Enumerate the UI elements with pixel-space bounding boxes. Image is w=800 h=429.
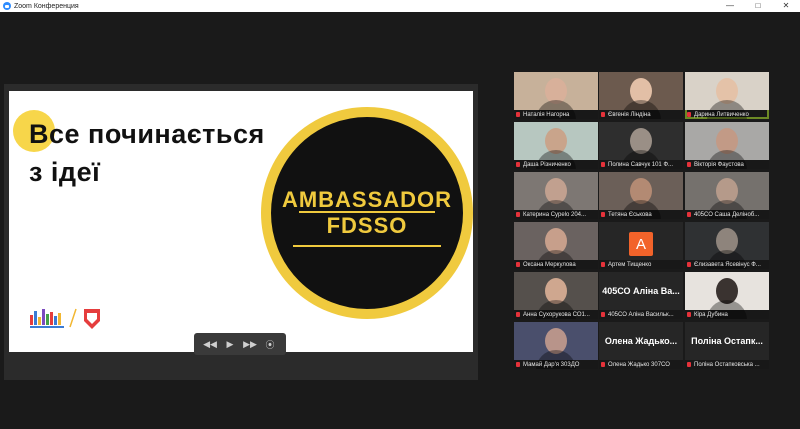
participant-display-name: Олена Жадько... bbox=[604, 336, 678, 346]
muted-mic-icon bbox=[601, 262, 605, 267]
participant-tile[interactable]: Катерина Суреlo 204... bbox=[514, 172, 598, 219]
participant-name-text: Поліна Остапковська ... bbox=[694, 361, 760, 368]
muted-mic-icon bbox=[601, 362, 605, 367]
participant-name: Вікторія Фаустова bbox=[685, 160, 769, 169]
muted-mic-icon bbox=[687, 262, 691, 267]
participant-name-text: Олена Жадько 307СО bbox=[608, 361, 670, 368]
participant-name-text: Єлизавета Ясевінус Ф... bbox=[694, 261, 761, 268]
muted-mic-icon bbox=[516, 262, 520, 267]
slide-heading-line1: Все починається bbox=[29, 119, 265, 149]
stop-button[interactable]: ⦿ bbox=[262, 338, 278, 351]
muted-mic-icon bbox=[601, 162, 605, 167]
participant-name-text: Полина Савчук 101 Ф... bbox=[608, 161, 674, 168]
participant-tile[interactable]: Оксана Меркулова bbox=[514, 222, 598, 269]
participant-tile[interactable]: Даша Різниченко bbox=[514, 122, 598, 169]
slide-playback-controls: ◀◀ ▶ ▶▶ ⦿ bbox=[194, 333, 286, 355]
participant-name-text: Анна Сухорукова СО1... bbox=[523, 311, 590, 318]
presentation-slide: Все починається з ідеї AMBASSADOR FDSSO bbox=[9, 91, 473, 352]
participant-display-name: Поліна Остапк... bbox=[691, 336, 763, 346]
participant-name-text: 405СО Аліна Васильк... bbox=[608, 311, 674, 318]
muted-mic-icon bbox=[516, 362, 520, 367]
participant-name-text: Кіра Дубина bbox=[694, 311, 728, 318]
badge-underline-2 bbox=[293, 245, 441, 247]
participant-name-text: Тетяна Єськова bbox=[608, 211, 652, 218]
participant-name: 405СО Аліна Васильк... bbox=[599, 310, 683, 319]
maximize-button[interactable]: □ bbox=[744, 0, 772, 12]
participant-tile[interactable]: Єлизавета Ясевінус Ф... bbox=[685, 222, 769, 269]
participant-name-text: 405СО Саша Деліноб... bbox=[694, 211, 760, 218]
participant-tile[interactable]: Кіра Дубина bbox=[685, 272, 769, 319]
participant-name: Оксана Меркулова bbox=[514, 260, 598, 269]
muted-mic-icon bbox=[601, 312, 605, 317]
participant-tile[interactable]: Наталія Нагорна bbox=[514, 72, 598, 119]
participant-name-text: Вікторія Фаустова bbox=[694, 161, 744, 168]
play-button[interactable]: ▶ bbox=[222, 339, 238, 350]
participant-name: Дарина Литвиченко bbox=[685, 110, 769, 119]
participant-avatar: A bbox=[629, 232, 653, 256]
participant-name-text: Катерина Суреlo 204... bbox=[523, 211, 587, 218]
participant-name-text: Мамай Дар'я 303ДО bbox=[523, 361, 580, 368]
window-controls: — □ ✕ bbox=[716, 0, 800, 12]
participant-tile[interactable]: 405СО Саша Деліноб... bbox=[685, 172, 769, 219]
muted-mic-icon bbox=[516, 162, 520, 167]
organization-logos bbox=[30, 308, 100, 329]
participant-name: Анна Сухорукова СО1... bbox=[514, 310, 598, 319]
participant-name: Євгенія Ліндіна bbox=[599, 110, 683, 119]
participant-tile[interactable]: Поліна Остапк... Поліна Остапковська ... bbox=[685, 322, 769, 369]
title-bar: Zoom Конференция — □ ✕ bbox=[0, 0, 800, 12]
participant-name: Поліна Остапковська ... bbox=[685, 360, 769, 369]
participant-tile[interactable]: Тетяна Єськова bbox=[599, 172, 683, 219]
participant-name-text: Оксана Меркулова bbox=[523, 261, 576, 268]
participant-name-text: Дарина Литвиченко bbox=[694, 111, 749, 118]
muted-mic-icon bbox=[601, 112, 605, 117]
participant-name: Тетяна Єськова bbox=[599, 210, 683, 219]
badge-text-line2: FDSSO bbox=[326, 213, 408, 238]
zoom-logo-icon bbox=[3, 2, 11, 10]
muted-mic-icon bbox=[516, 112, 520, 117]
participant-tile[interactable]: Вікторія Фаустова bbox=[685, 122, 769, 169]
participant-name-text: Євгенія Ліндіна bbox=[608, 111, 651, 118]
participant-tile[interactable]: Олена Жадько... Олена Жадько 307СО bbox=[599, 322, 683, 369]
window-title: Zoom Конференция bbox=[14, 2, 79, 10]
participant-name: Даша Різниченко bbox=[514, 160, 598, 169]
participant-name-text: Наталія Нагорна bbox=[523, 111, 570, 118]
participant-name-text: Артем Тищенко bbox=[608, 261, 652, 268]
participant-name: Артем Тищенко bbox=[599, 260, 683, 269]
participant-name: Катерина Суреlo 204... bbox=[514, 210, 598, 219]
participant-name: Олена Жадько 307СО bbox=[599, 360, 683, 369]
muted-mic-icon bbox=[516, 212, 520, 217]
participant-tile[interactable]: Євгенія Ліндіна bbox=[599, 72, 683, 119]
participant-name: Полина Савчук 101 Ф... bbox=[599, 160, 683, 169]
participant-name: Мамай Дар'я 303ДО bbox=[514, 360, 598, 369]
participant-tile[interactable]: Полина Савчук 101 Ф... bbox=[599, 122, 683, 169]
muted-mic-icon bbox=[601, 212, 605, 217]
slide-heading-line2: з ідеї bbox=[29, 157, 101, 187]
close-button[interactable]: ✕ bbox=[772, 0, 800, 12]
muted-mic-icon bbox=[687, 162, 691, 167]
muted-mic-icon bbox=[687, 112, 691, 117]
muted-mic-icon bbox=[516, 312, 520, 317]
participant-tile[interactable]: 405СО Аліна Ва... 405СО Аліна Васильк... bbox=[599, 272, 683, 319]
muted-mic-icon bbox=[687, 312, 691, 317]
participant-tile[interactable]: Анна Сухорукова СО1... bbox=[514, 272, 598, 319]
participant-tile[interactable]: A Артем Тищенко bbox=[599, 222, 683, 269]
muted-mic-icon bbox=[687, 362, 691, 367]
participant-name: Єлизавета Ясевінус Ф... bbox=[685, 260, 769, 269]
ambassador-badge: AMBASSADOR FDSSO bbox=[261, 107, 473, 319]
participant-name: Наталія Нагорна bbox=[514, 110, 598, 119]
participant-name-text: Даша Різниченко bbox=[523, 161, 571, 168]
rewind-button[interactable]: ◀◀ bbox=[202, 339, 218, 350]
muted-mic-icon bbox=[687, 212, 691, 217]
participant-tile[interactable]: Мамай Дар'я 303ДО bbox=[514, 322, 598, 369]
badge-text-line1: AMBASSADOR bbox=[281, 187, 453, 212]
participant-name: Кіра Дубина bbox=[685, 310, 769, 319]
participant-name: 405СО Саша Деліноб... bbox=[685, 210, 769, 219]
participant-tile[interactable]: Дарина Литвиченко bbox=[685, 72, 769, 119]
minimize-button[interactable]: — bbox=[716, 0, 744, 12]
forward-button[interactable]: ▶▶ bbox=[242, 339, 258, 350]
participant-display-name: 405СО Аліна Ва... bbox=[602, 286, 680, 296]
